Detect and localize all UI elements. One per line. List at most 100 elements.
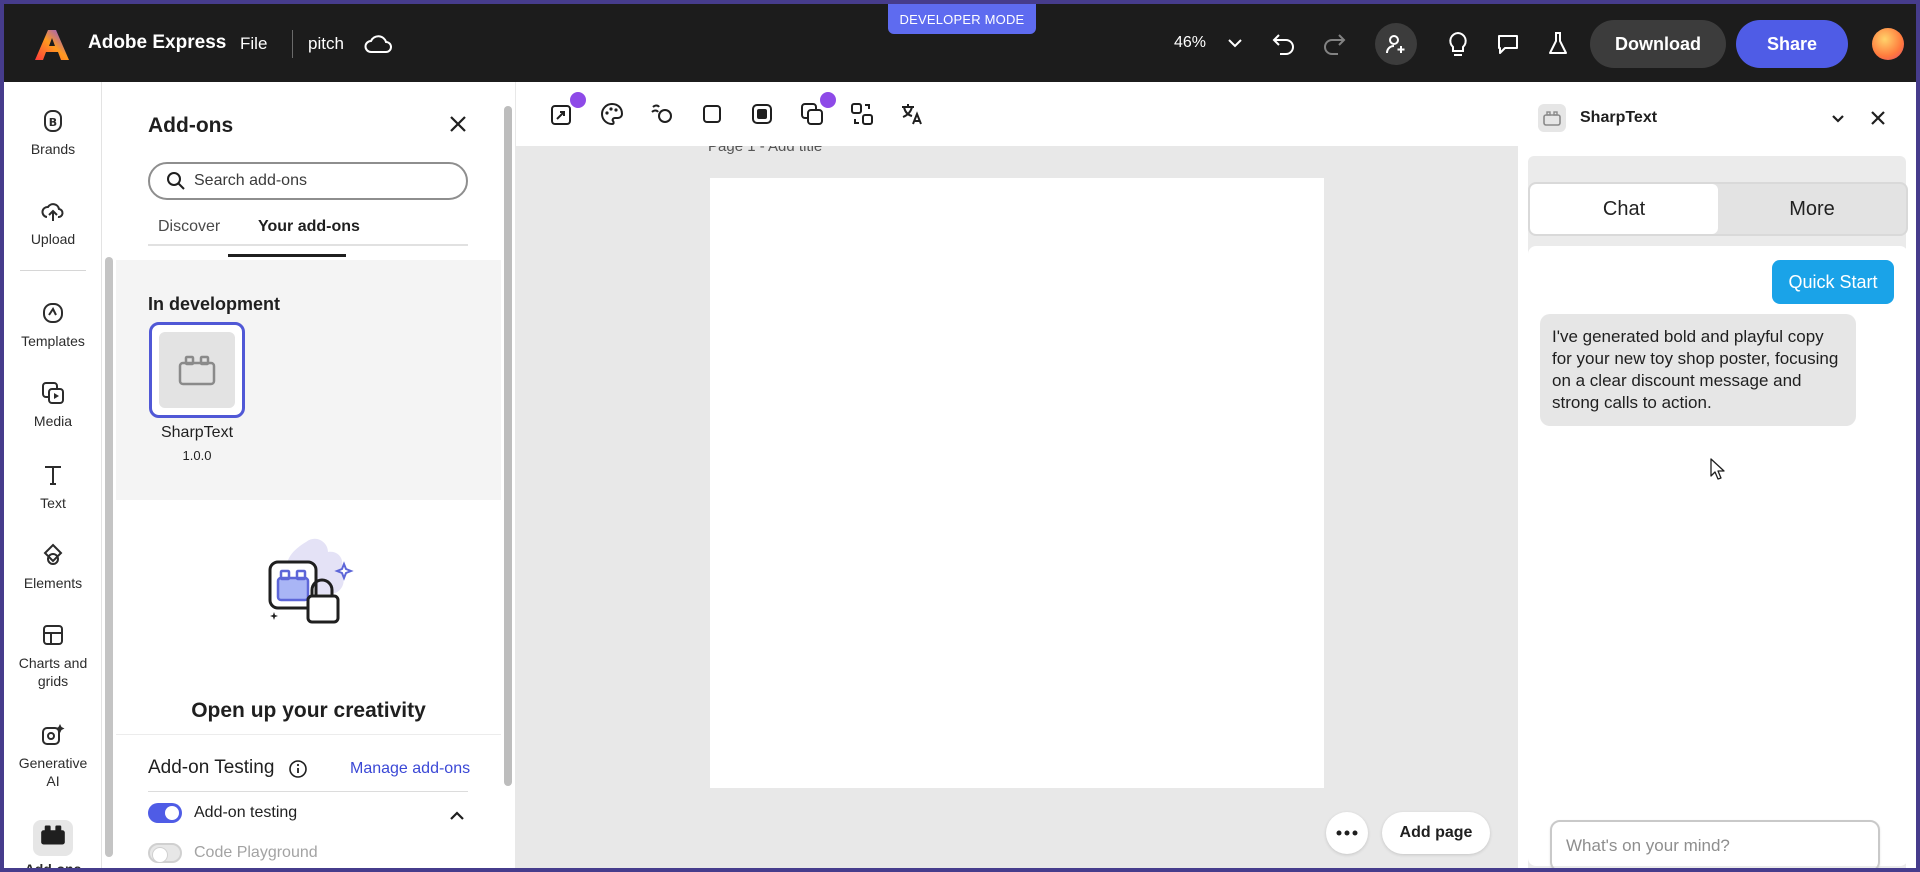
- design-page[interactable]: [710, 178, 1324, 788]
- swap-icon: [851, 103, 873, 125]
- code-playground-row: Code Playground: [148, 843, 318, 863]
- tool-background[interactable]: [746, 98, 778, 130]
- chevron-down-icon[interactable]: [1226, 34, 1244, 52]
- lightbulb-icon[interactable]: [1442, 28, 1474, 60]
- addon-testing-section: Add-on Testing Manage add-ons Add-on tes…: [116, 734, 501, 868]
- info-icon[interactable]: [288, 759, 308, 779]
- document-name[interactable]: pitch: [308, 34, 344, 54]
- file-menu[interactable]: File: [240, 34, 267, 54]
- rail-label: Upload: [30, 231, 76, 247]
- rail-item-brands[interactable]: B Brands: [4, 108, 102, 158]
- addon-card-sharptext[interactable]: [149, 322, 245, 418]
- scroll-thumb[interactable]: [504, 106, 512, 786]
- divider: [292, 30, 293, 58]
- more-options-button[interactable]: [1326, 812, 1368, 854]
- sharptext-tabs: Chat More: [1528, 182, 1908, 236]
- add-page-button[interactable]: Add page: [1382, 812, 1490, 854]
- share-button[interactable]: Share: [1736, 20, 1848, 68]
- sharptext-title: SharpText: [1580, 109, 1658, 126]
- sharptext-header: SharpText: [1538, 104, 1657, 132]
- app-name: Adobe Express: [88, 32, 227, 53]
- rail-item-charts[interactable]: Charts and grids: [4, 622, 102, 690]
- animate-icon: [651, 104, 672, 123]
- rail-item-templates[interactable]: Templates: [4, 300, 102, 350]
- rail-item-text[interactable]: Text: [4, 462, 102, 512]
- square-icon: [703, 105, 721, 123]
- tab-chat[interactable]: Chat: [1530, 184, 1718, 234]
- addon-testing-toggle[interactable]: [148, 803, 182, 823]
- text-icon: [45, 466, 61, 485]
- rail-scrollbar[interactable]: [102, 82, 116, 868]
- charts-icon: [43, 625, 63, 645]
- adobe-express-logo[interactable]: [32, 26, 72, 64]
- cloud-icon[interactable]: [362, 30, 394, 58]
- rail-label: Add-ons: [24, 861, 82, 872]
- tab-more[interactable]: More: [1718, 184, 1906, 234]
- chat-area: Quick Start I've generated bold and play…: [1528, 246, 1908, 868]
- close-icon[interactable]: [1866, 106, 1890, 130]
- rail-label: Media: [33, 413, 73, 429]
- avatar[interactable]: [1872, 28, 1904, 60]
- code-playground-toggle[interactable]: [148, 843, 182, 863]
- toggle-label: Add-on testing: [194, 804, 298, 821]
- addon-icon: [1538, 104, 1566, 132]
- tool-animate[interactable]: [646, 98, 678, 130]
- addon-name: SharpText: [160, 424, 234, 441]
- rail-divider: [20, 270, 86, 271]
- addons-tabs: Discover Your add-ons: [148, 214, 468, 246]
- search-input[interactable]: Search add-ons: [148, 162, 468, 200]
- tab-discover[interactable]: Discover: [158, 218, 220, 236]
- tab-your-addons[interactable]: Your add-ons: [258, 218, 360, 236]
- addon-version: 1.0.0: [182, 448, 212, 463]
- tool-shape[interactable]: [696, 98, 728, 130]
- rail-label: Templates: [21, 333, 85, 349]
- download-button[interactable]: Download: [1590, 20, 1726, 68]
- testing-title: Add-on Testing: [148, 757, 275, 778]
- sharptext-panel: SharpText Chat More Quick Start I've gen…: [1518, 82, 1916, 868]
- addon-thumbnail: [159, 332, 235, 408]
- search-placeholder: Search add-ons: [194, 172, 307, 189]
- canvas-toolbar: [516, 82, 1518, 146]
- panel-title: Add-ons: [148, 114, 234, 137]
- undo-icon[interactable]: [1268, 28, 1300, 60]
- rail-label: Text: [40, 495, 66, 511]
- panel-scrollbar[interactable]: [501, 82, 515, 868]
- left-rail: B Brands Upload Templates Media Text Ele…: [4, 82, 102, 872]
- top-bar: Adobe Express File pitch DEVELOPER MODE …: [4, 4, 1916, 80]
- more-icon: [1336, 830, 1358, 836]
- rail-item-generative-ai[interactable]: Generative AI: [4, 722, 102, 790]
- close-icon[interactable]: [444, 110, 472, 138]
- tool-translate[interactable]: [896, 98, 928, 130]
- tool-layers[interactable]: [796, 90, 838, 130]
- rail-item-media[interactable]: Media: [4, 380, 102, 430]
- media-icon: [42, 382, 64, 404]
- manage-addons-link[interactable]: Manage add-ons: [350, 760, 470, 778]
- quick-start-button[interactable]: Quick Start: [1772, 260, 1894, 304]
- redo-icon[interactable]: [1318, 28, 1350, 60]
- addon-testing-row: Add-on testing: [148, 803, 297, 823]
- tool-color[interactable]: [596, 98, 628, 130]
- invite-user-icon[interactable]: [1375, 23, 1417, 65]
- in-development-section: In development SharpText 1.0.0: [116, 260, 501, 500]
- tool-resize[interactable]: [546, 90, 588, 130]
- upload-icon: [41, 203, 64, 221]
- rail-item-elements[interactable]: Elements: [4, 542, 102, 592]
- premium-crown-icon: [568, 90, 588, 110]
- templates-icon: [43, 303, 63, 323]
- scroll-thumb[interactable]: [105, 257, 113, 857]
- chevron-down-icon[interactable]: [1828, 108, 1848, 128]
- tool-swap[interactable]: [846, 98, 878, 130]
- comment-icon[interactable]: [1492, 28, 1524, 60]
- promo-heading: Open up your creativity: [191, 699, 426, 722]
- flask-icon[interactable]: [1542, 28, 1574, 60]
- chat-input[interactable]: What's on your mind?: [1550, 820, 1880, 868]
- chevron-up-icon[interactable]: [448, 807, 466, 825]
- zoom-level[interactable]: 46%: [1174, 34, 1206, 52]
- mouse-cursor-icon: [1710, 458, 1726, 480]
- creativity-illustration-icon: [256, 532, 366, 642]
- rail-item-upload[interactable]: Upload: [4, 198, 102, 248]
- section-heading: In development: [148, 294, 281, 314]
- rail-item-addons[interactable]: Add-ons: [4, 820, 102, 872]
- addons-icon: [33, 820, 73, 856]
- addons-panel: Add-ons Search add-ons Discover Your add…: [116, 82, 501, 868]
